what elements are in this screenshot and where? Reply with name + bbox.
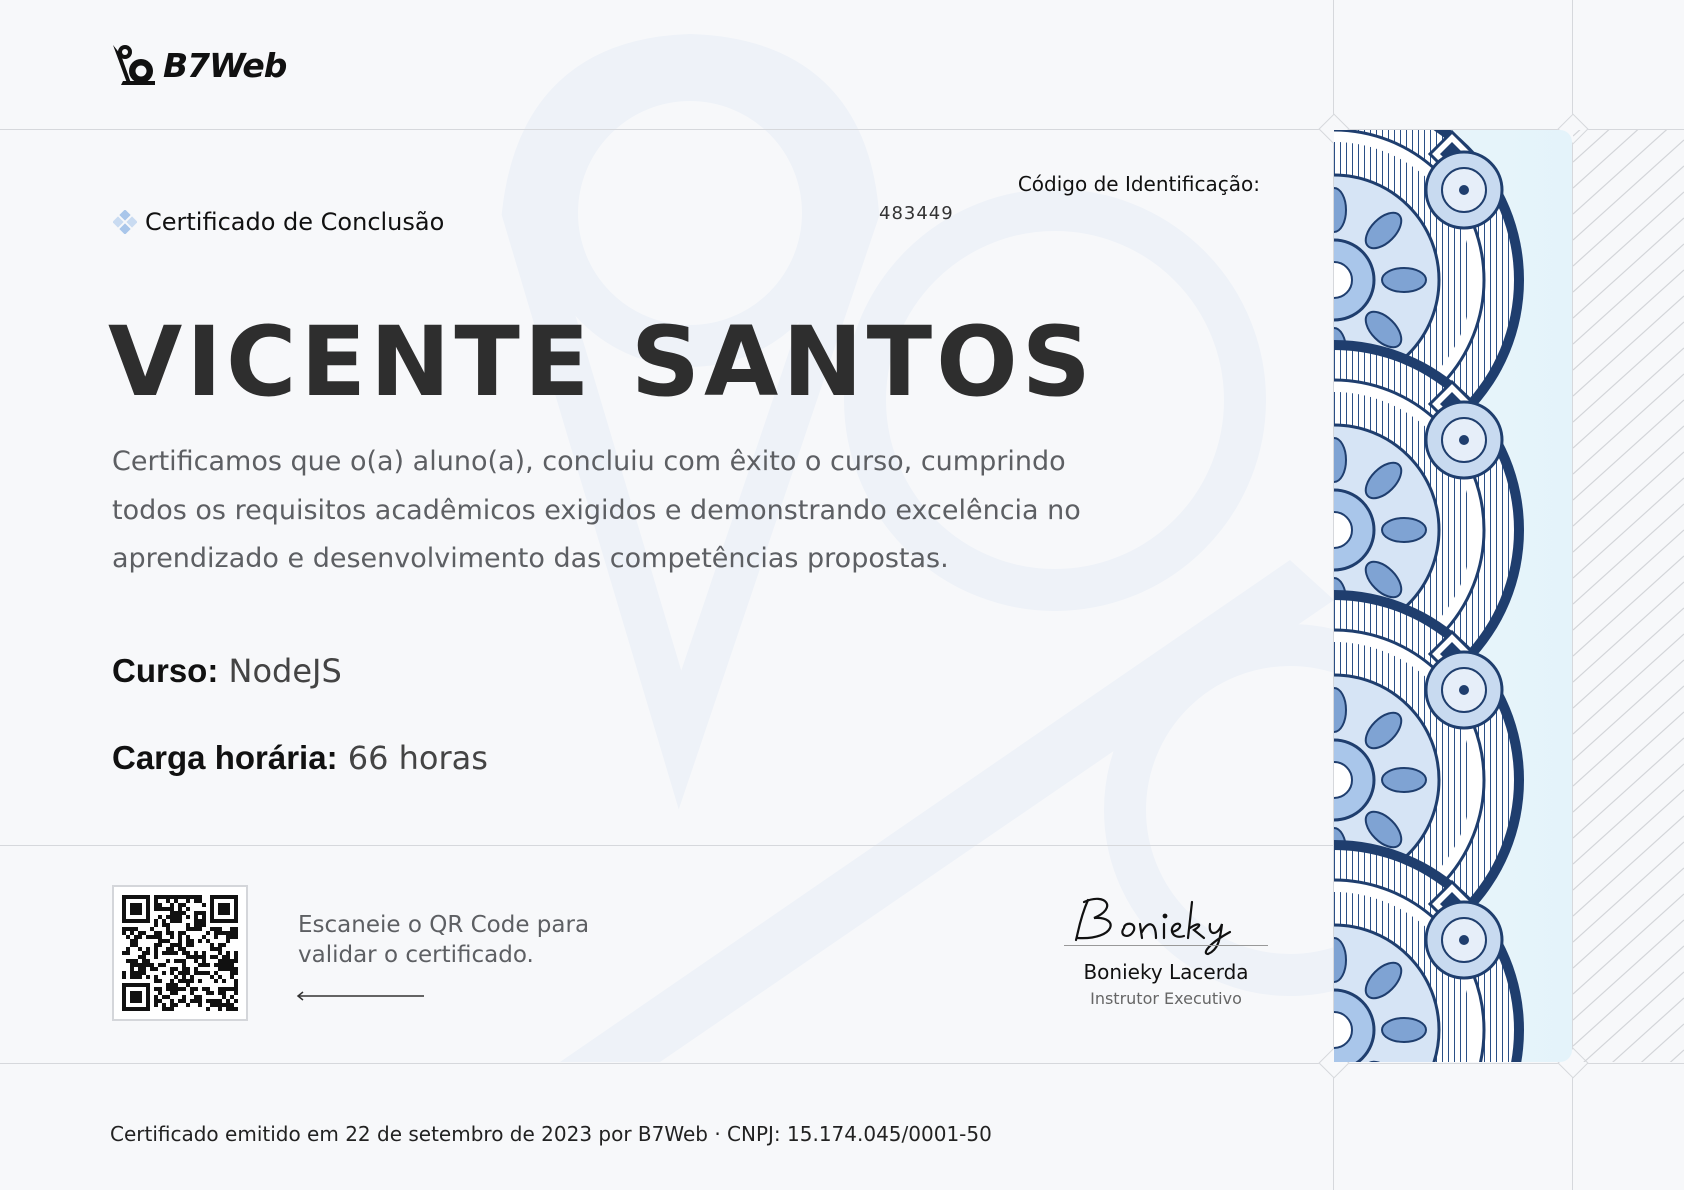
certificate-type-label: Certificado de Conclusão [145, 208, 445, 236]
signature-line [1064, 945, 1268, 946]
course-value: NodeJS [228, 652, 342, 690]
course-label: Curso: [112, 652, 219, 689]
brand-name: B7Web [163, 45, 287, 85]
b7web-logo-icon [113, 45, 155, 85]
stripe-pattern [1573, 130, 1684, 1062]
signatory-name: Bonieky Lacerda [1083, 960, 1249, 984]
workload-field: Carga horária: 66 horas [112, 739, 488, 777]
workload-value: 66 horas [347, 739, 488, 777]
decorative-mandala-band [1334, 130, 1572, 1062]
identification-code: 483449 [879, 203, 954, 224]
certificate-type: Certificado de Conclusão [113, 208, 444, 236]
handwritten-signature [1058, 888, 1274, 962]
issue-footer: Certificado emitido em 22 de setembro de… [110, 1122, 992, 1146]
bottom-rule [0, 1063, 1684, 1064]
mandala-ornament [1334, 130, 1572, 1062]
identification-label: Código de Identificação: [1017, 172, 1260, 196]
brand-logo: B7Web [111, 40, 287, 90]
course-field: Curso: NodeJS [112, 652, 342, 690]
signature-image [1074, 897, 1232, 956]
middle-rule [0, 845, 1334, 846]
validation-qr-code[interactable] [112, 885, 248, 1021]
student-name: VICENTE SANTOS [108, 306, 1095, 418]
diamond-bullet-icon [113, 210, 137, 234]
qr-code-image [122, 895, 238, 1011]
arrow-left-icon [296, 991, 424, 1001]
qr-instructions: Escaneie o QR Code para validar o certif… [298, 912, 590, 968]
signatory-role: Instrutor Executivo [1090, 989, 1242, 1008]
diagonal-stripes [1573, 130, 1684, 1062]
certificate-description: Certificamos que o(a) aluno(a), concluiu… [112, 446, 1081, 574]
certificate-page: B7Web Certificado de Conclusão Código de… [0, 0, 1684, 1190]
workload-label: Carga horária: [112, 739, 338, 776]
